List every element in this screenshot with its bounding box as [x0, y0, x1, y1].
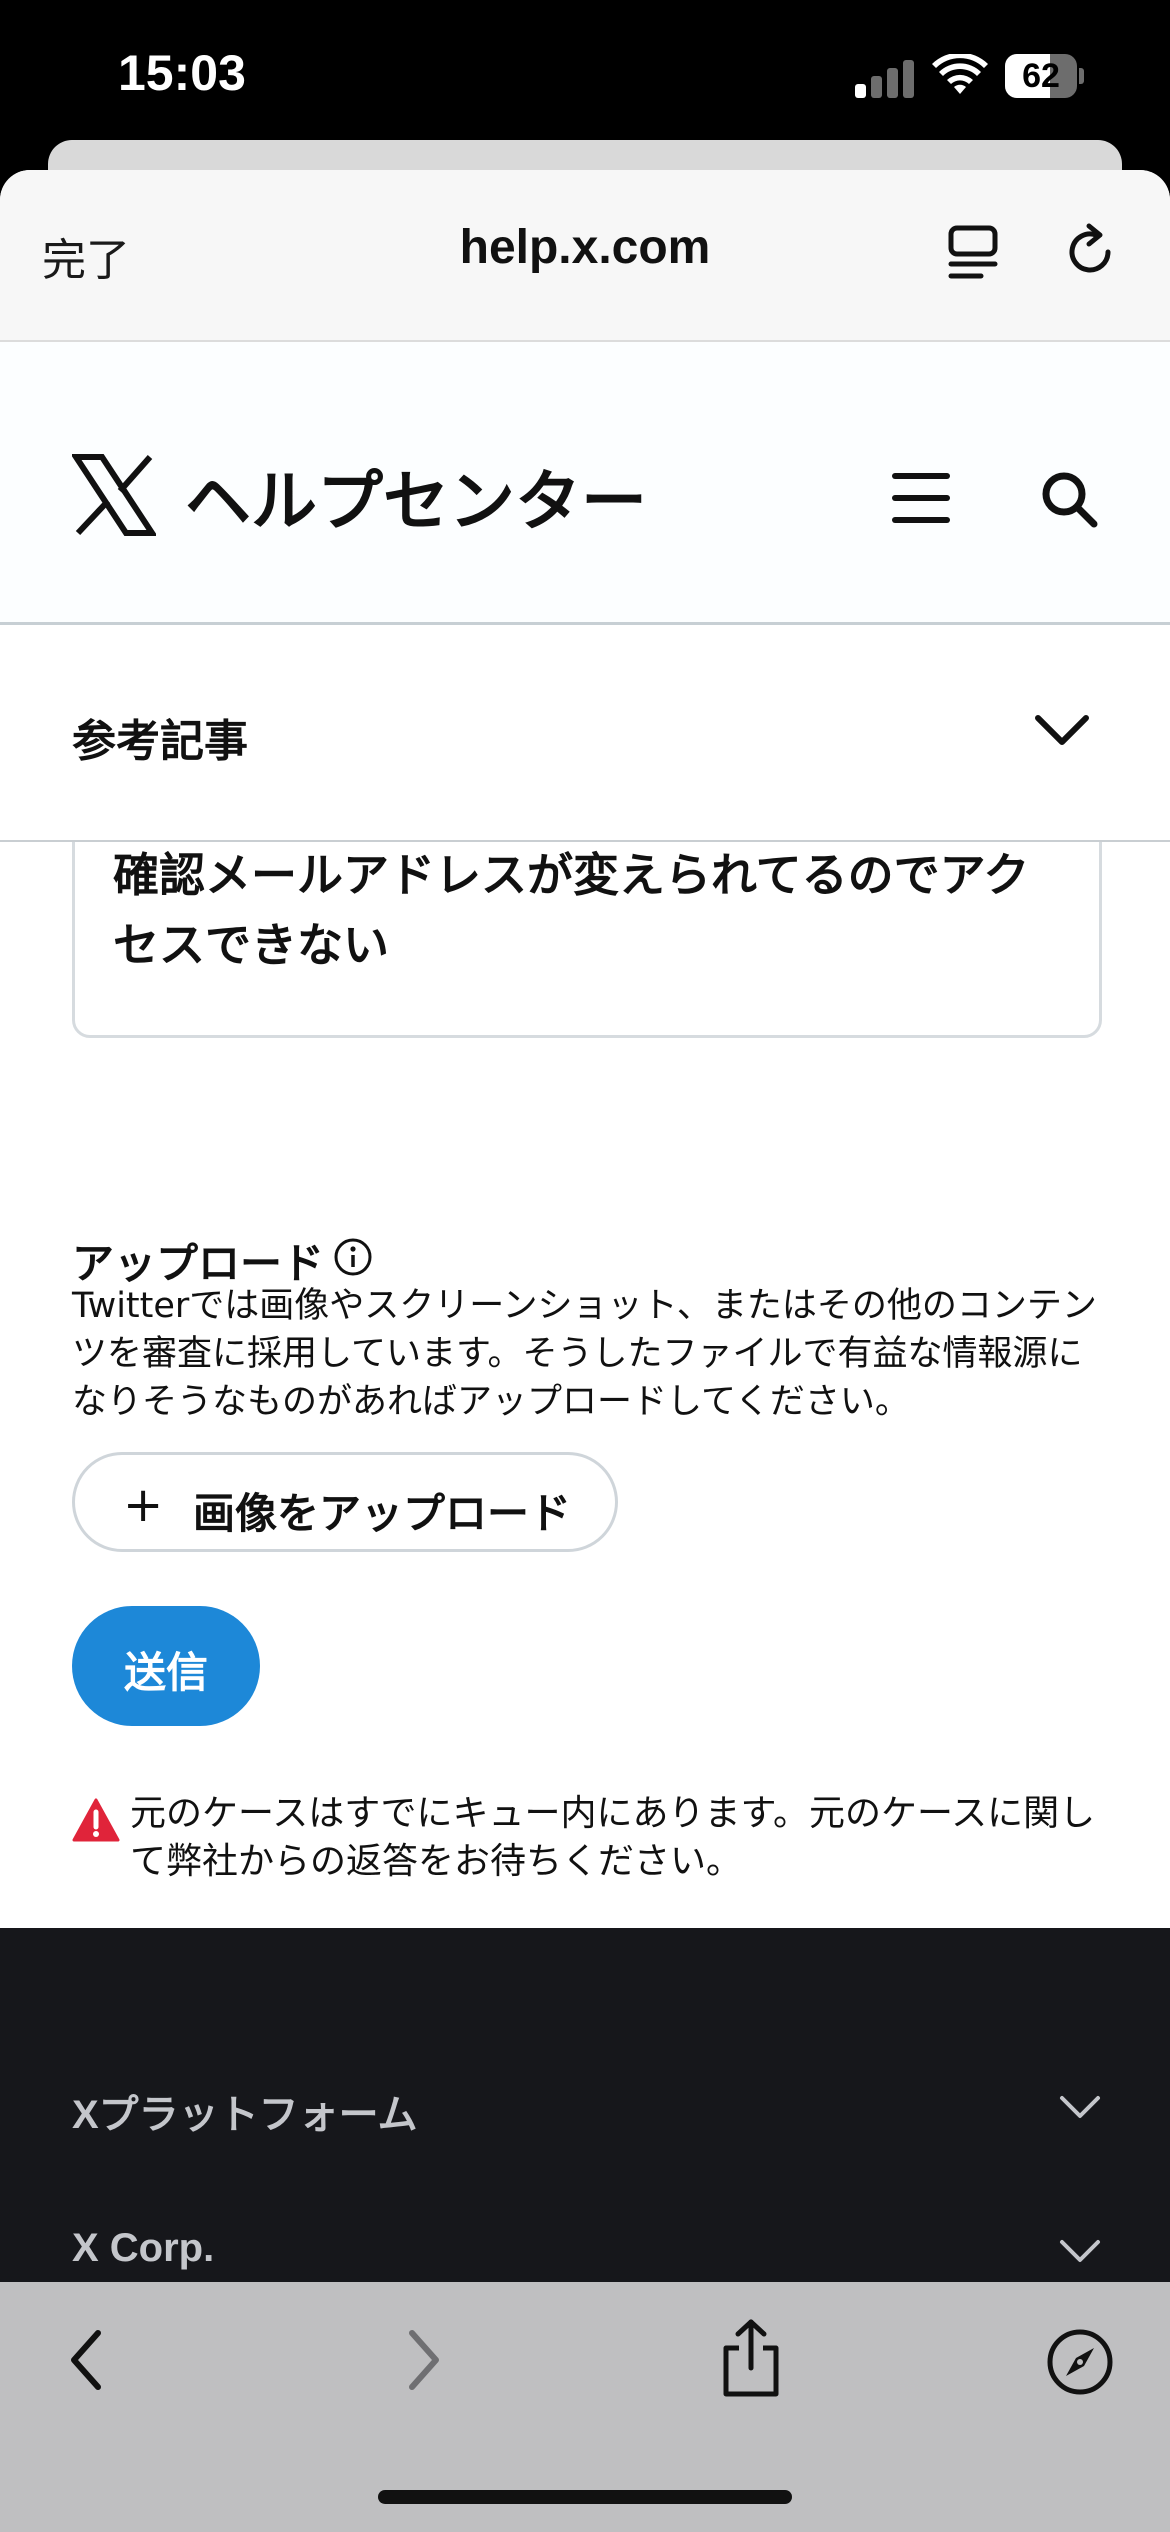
send-button[interactable]: 送信 [72, 1606, 260, 1726]
chevron-down-icon[interactable] [1058, 2092, 1102, 2122]
reason-field-value: 確認メールアドレスが変えられてるのでアクセスできない [113, 848, 1030, 972]
warning-icon [72, 1798, 120, 1842]
compass-icon[interactable] [1046, 2328, 1114, 2396]
search-icon[interactable] [1040, 470, 1098, 528]
upload-button-label: 画像をアップロード [193, 1489, 572, 1538]
upload-image-button[interactable]: + 画像をアップロード [72, 1452, 618, 1552]
back-icon[interactable] [62, 2325, 112, 2395]
footer-item-x-platform[interactable]: Xプラットフォーム [72, 2082, 417, 2140]
forward-icon[interactable] [398, 2325, 448, 2395]
battery-indicator: 62 [1005, 54, 1085, 98]
share-icon[interactable] [716, 2318, 786, 2398]
page-title[interactable]: ヘルプセンター [185, 448, 647, 544]
chevron-down-icon[interactable] [1032, 710, 1092, 750]
chevron-down-icon[interactable] [1058, 2236, 1102, 2266]
send-button-label: 送信 [123, 1648, 208, 1697]
signal-icon [855, 58, 915, 98]
status-time: 15:03 [118, 45, 246, 101]
wifi-icon [932, 54, 988, 94]
browser-sheet: 完了 help.x.com ヘルプセンター 確認メールアドレスが変えられてるので… [0, 170, 1170, 2532]
upload-description: Twitterでは画像やスクリーンショット、またはその他のコンテンツを審査に採用… [72, 1286, 1097, 1422]
form-content: 確認メールアドレスが変えられてるのでアクセスできない アップロード Twitte… [0, 842, 1170, 1928]
hamburger-icon[interactable] [892, 470, 950, 526]
reason-field[interactable]: 確認メールアドレスが変えられてるのでアクセスできない [72, 842, 1102, 1038]
home-indicator [378, 2490, 792, 2504]
reload-icon[interactable] [1062, 222, 1120, 282]
plus-icon: + [123, 1477, 164, 1533]
info-icon[interactable] [333, 1237, 373, 1277]
x-logo-icon[interactable] [72, 453, 156, 537]
warning-message: 元のケースはすでにキュー内にあります。元のケースに関して弊社からの返答をお待ちく… [130, 1793, 1096, 1882]
related-articles-label[interactable]: 参考記事 [72, 705, 248, 769]
battery-percent: 62 [1022, 57, 1060, 95]
reader-icon[interactable] [945, 222, 1003, 282]
footer-item-x-corp[interactable]: X Corp. [72, 2226, 214, 2271]
